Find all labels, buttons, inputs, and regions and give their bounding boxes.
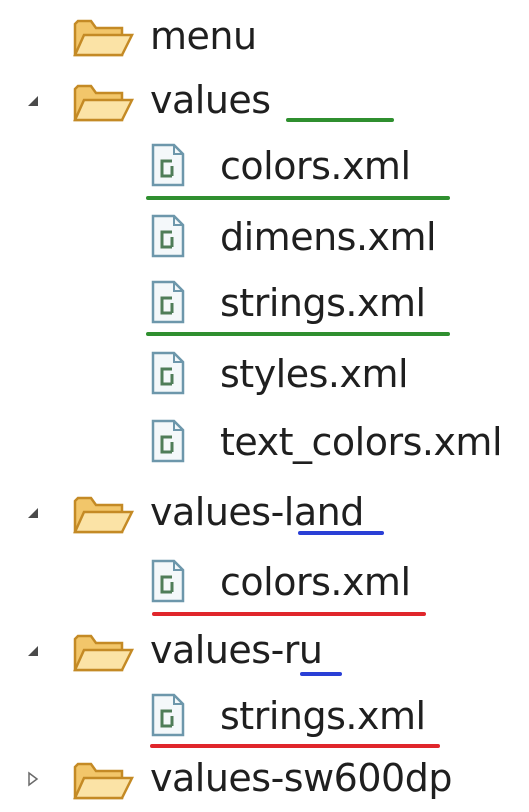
tree-item-label: values-sw600dp — [150, 756, 452, 800]
tree-item-label: strings.xml — [220, 281, 426, 325]
xml-file-icon — [151, 693, 185, 737]
tree-item-ru-strings-xml[interactable]: strings.xml — [0, 686, 529, 748]
tree-item-label: values-ru — [150, 628, 323, 672]
xml-file-icon — [151, 280, 185, 324]
tree-item-values-styles-xml[interactable]: styles.xml — [0, 344, 529, 404]
tree-item-values-strings-xml[interactable]: strings.xml — [0, 273, 529, 336]
tree-item-label: text_colors.xml — [220, 420, 503, 464]
tree-item-values-land[interactable]: values-land — [0, 484, 529, 544]
green-underline-marker — [286, 118, 394, 122]
expanded-triangle-icon[interactable] — [20, 638, 46, 664]
tree-item-label: dimens.xml — [220, 215, 437, 259]
tree-item-label: values — [150, 78, 271, 122]
tree-item-values[interactable]: values — [0, 72, 529, 132]
expanded-triangle-icon[interactable] — [20, 88, 46, 114]
red-underline-marker — [152, 612, 426, 616]
tree-item-values-dimens-xml[interactable]: dimens.xml — [0, 207, 529, 267]
folder-icon — [73, 762, 134, 800]
tree-item-label: colors.xml — [220, 560, 411, 604]
tree-item-values-colors-xml[interactable]: colors.xml — [0, 136, 529, 200]
green-underline-marker — [146, 196, 450, 200]
blue-underline-marker — [300, 672, 342, 676]
tree-item-values-text-colors-xml[interactable]: text_colors.xml — [0, 412, 529, 472]
collapsed-triangle-icon[interactable] — [20, 766, 46, 792]
tree-item-label: values-land — [150, 490, 364, 534]
tree-item-menu[interactable]: menu — [0, 6, 529, 66]
folder-icon — [73, 84, 134, 122]
folder-icon — [73, 496, 134, 534]
tree-item-values-sw600dp[interactable]: values-sw600dp — [0, 752, 529, 812]
folder-icon — [73, 19, 134, 57]
tree-item-land-colors-xml[interactable]: colors.xml — [0, 552, 529, 616]
xml-file-icon — [151, 351, 185, 395]
xml-file-icon — [151, 214, 185, 258]
blue-underline-marker — [298, 531, 384, 535]
green-underline-marker — [146, 332, 450, 336]
folder-icon — [73, 634, 134, 672]
tree-item-values-ru[interactable]: values-ru — [0, 622, 529, 682]
tree-item-label: menu — [150, 14, 257, 58]
tree-item-label: colors.xml — [220, 144, 411, 188]
tree-item-label: strings.xml — [220, 694, 426, 738]
xml-file-icon — [151, 419, 185, 463]
xml-file-icon — [151, 559, 185, 603]
xml-file-icon — [151, 143, 185, 187]
expanded-triangle-icon[interactable] — [20, 500, 46, 526]
tree-item-label: styles.xml — [220, 352, 409, 396]
red-underline-marker — [150, 744, 440, 748]
